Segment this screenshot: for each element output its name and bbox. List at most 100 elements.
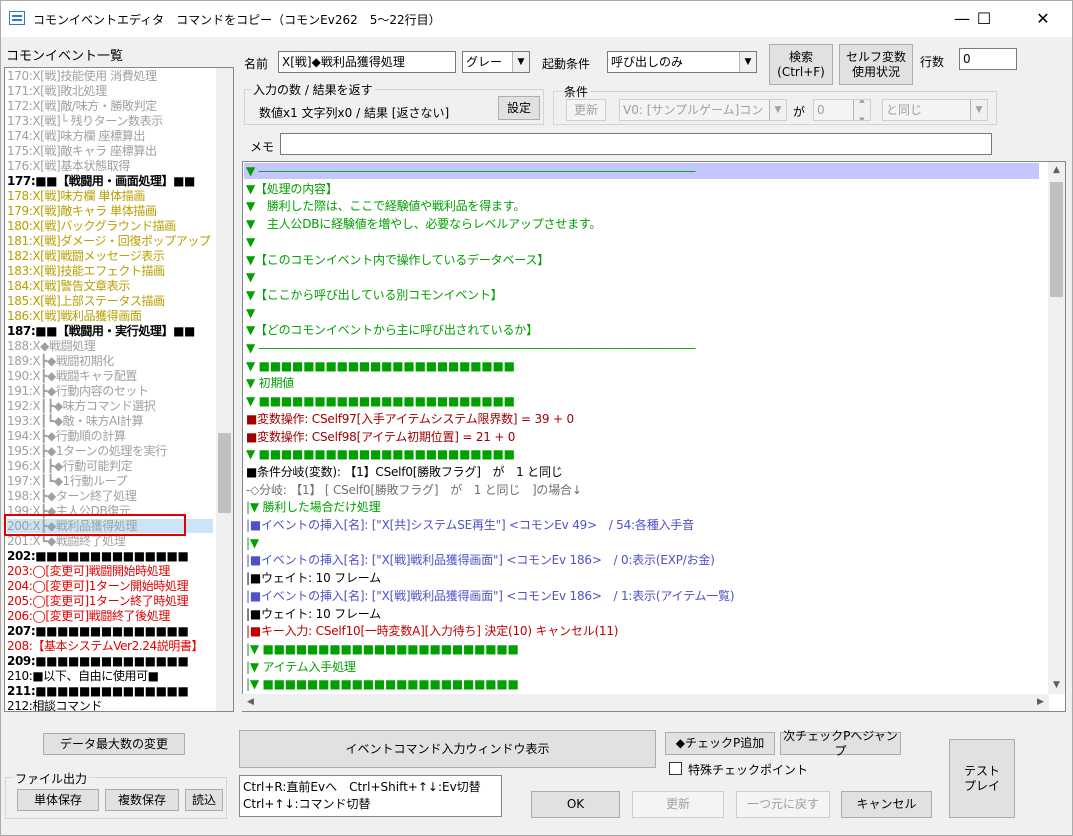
list-item[interactable]: 211:■■■■■■■■■■■■■■: [7, 684, 189, 698]
command-line[interactable]: |■ウェイト: 10 フレーム: [246, 606, 381, 623]
single-save-button[interactable]: 単体保存: [17, 789, 99, 811]
editor-vertical-scrollbar[interactable]: ▲ ▼: [1048, 162, 1065, 694]
spinner-icon[interactable]: ▲ ▼: [853, 100, 870, 120]
list-item[interactable]: 187:■■【戦闘用・実行処理】■■: [7, 324, 195, 338]
command-line[interactable]: |▼ 勝利した場合だけ処理: [246, 499, 381, 516]
condition-update-button[interactable]: 更新: [566, 99, 606, 121]
self-var-usage-button[interactable]: セルフ変数 使用状況: [839, 44, 913, 85]
next-checkpoint-button[interactable]: 次チェックPへジャンプ: [780, 729, 901, 758]
editor-scrollbar-thumb[interactable]: [1050, 182, 1063, 297]
list-item[interactable]: 192:X┃┣◆味方コマンド選択: [7, 399, 156, 413]
list-item[interactable]: 175:X[戦]敵キャラ 座標算出: [7, 144, 157, 158]
command-line[interactable]: ▼ 初期値: [246, 375, 294, 392]
list-item[interactable]: 195:X┣◆1ターンの処理を実行: [7, 444, 167, 458]
list-item[interactable]: 173:X[戦]└ 残りターン数表示: [7, 114, 163, 128]
list-item[interactable]: 196:X┃┣◆行動可能判定: [7, 459, 133, 473]
command-line[interactable]: -◇分岐: 【1】 [ CSelf0[勝敗フラグ] が 1 と同じ ]の場合↓: [246, 482, 582, 499]
scroll-right-icon[interactable]: ▶: [1032, 694, 1049, 711]
list-item[interactable]: 212:相談コマンド: [7, 699, 102, 711]
scroll-up-icon[interactable]: ▲: [1048, 162, 1065, 179]
list-scrollbar[interactable]: [216, 68, 233, 711]
command-line[interactable]: ▼: [246, 269, 255, 286]
list-item[interactable]: 209:■■■■■■■■■■■■■■: [7, 654, 189, 668]
list-item[interactable]: 203:◯[変更可]戦闘開始時処理: [7, 564, 170, 578]
command-line[interactable]: |▼: [246, 535, 259, 552]
command-line[interactable]: |■ウェイト: 10 フレーム: [246, 570, 381, 587]
memo-input[interactable]: [280, 133, 992, 155]
update-button[interactable]: 更新: [632, 791, 724, 818]
command-line[interactable]: ▼ ■■■■■■■■■■■■■■■■■■■■■■■: [246, 358, 515, 375]
command-line[interactable]: ▼ 勝利した際は、ここで経験値や戦利品を得ます。: [246, 198, 525, 215]
test-play-button[interactable]: テスト プレイ: [949, 739, 1015, 818]
list-item[interactable]: 178:X[戦]味方欄 単体描画: [7, 189, 145, 203]
condition-operator-select[interactable]: と同じ ▼: [882, 99, 988, 121]
command-line[interactable]: |▼ ■■■■■■■■■■■■■■■■■■■■■■■: [246, 641, 519, 658]
load-button[interactable]: 読込: [185, 789, 223, 811]
list-item[interactable]: 172:X[戦]敵/味方・勝敗判定: [7, 99, 157, 113]
command-line[interactable]: ■変数操作: CSelf98[アイテム初期位置] = 21 + 0: [246, 429, 515, 446]
command-line[interactable]: ▼【処理の内容】: [246, 181, 338, 198]
list-item[interactable]: 177:■■【戦闘用・画面処理】■■: [7, 174, 195, 188]
scroll-down-icon[interactable]: ▼: [1048, 677, 1065, 694]
list-scrollbar-thumb[interactable]: [218, 433, 231, 513]
command-line[interactable]: ▼: [246, 305, 255, 322]
command-line[interactable]: |■キー入力: CSelf10[一時変数A][入力待ち] 決定(10) キャンセ…: [246, 623, 618, 640]
list-item[interactable]: 179:X[戦]敵キャラ 単体描画: [7, 204, 157, 218]
change-max-data-button[interactable]: データ最大数の変更: [43, 733, 185, 755]
list-item[interactable]: 197:X┃┗◆1行動ループ: [7, 474, 128, 488]
undo-button[interactable]: 一つ元に戻す: [736, 791, 830, 818]
condition-number-input[interactable]: 0 ▲ ▼: [813, 99, 871, 121]
multi-save-button[interactable]: 複数保存: [105, 789, 179, 811]
list-item[interactable]: 185:X[戦]上部ステータス描画: [7, 294, 165, 308]
command-line[interactable]: |■イベントの挿入[名]: ["X[戦]戦利品獲得画面"] <コモンEv 186…: [246, 552, 715, 569]
list-item[interactable]: 190:X┣◆戦闘キャラ配置: [7, 369, 137, 383]
command-line[interactable]: |▼ アイテム入手処理: [246, 659, 356, 676]
editor-horizontal-scrollbar[interactable]: ◀ ▶: [242, 694, 1049, 711]
event-command-input-button[interactable]: イベントコマンド入力ウィンドウ表示: [239, 730, 656, 768]
command-line[interactable]: ▼【どのコモンイベントから主に呼び出されているか】: [246, 322, 538, 339]
list-item[interactable]: 193:X┃┗◆敵・味方AI計算: [7, 414, 144, 428]
list-item[interactable]: 186:X[戦]戦利品獲得画面: [7, 309, 142, 323]
list-item[interactable]: 208:【基本システムVer2.24説明書】: [7, 639, 204, 653]
list-item[interactable]: 201:X┗◆戦闘終了処理: [7, 534, 126, 548]
list-item[interactable]: 188:X◆戦闘処理: [7, 339, 96, 353]
command-line[interactable]: ▼ ―――――――――――――――――――――――――――――――――――――: [246, 163, 695, 180]
list-item[interactable]: 171:X[戦]敗北処理: [7, 84, 107, 98]
command-line[interactable]: ▼【このコモンイベント内で操作しているデータベース】: [246, 252, 549, 269]
list-item[interactable]: 210:■以下、自由に使用可■: [7, 669, 159, 683]
list-item[interactable]: 206:◯[変更可]戦闘終了後処理: [7, 609, 170, 623]
command-line[interactable]: |▼ ■■■■■■■■■■■■■■■■■■■■■■■: [246, 676, 519, 693]
common-event-list[interactable]: 170:X[戦]技能使用 消費処理 171:X[戦]敗北処理 172:X[戦]敵/味…: [4, 67, 234, 712]
command-line[interactable]: ▼ ■■■■■■■■■■■■■■■■■■■■■■■: [246, 446, 515, 463]
io-set-button[interactable]: 設定: [498, 96, 540, 120]
list-item[interactable]: 176:X[戦]基本状態取得: [7, 159, 130, 173]
list-item[interactable]: 205:◯[変更可]1ターン終了時処理: [7, 594, 189, 608]
special-checkpoint-checkbox[interactable]: [669, 762, 682, 775]
color-select[interactable]: グレー ▼: [462, 51, 530, 73]
list-item[interactable]: 202:■■■■■■■■■■■■■■: [7, 549, 189, 563]
cancel-button[interactable]: キャンセル: [841, 791, 932, 818]
add-checkpoint-button[interactable]: ◆チェックP追加: [665, 732, 775, 755]
rows-input[interactable]: 0: [959, 48, 1017, 70]
list-item[interactable]: 191:X┣◆行動内容のセット: [7, 384, 149, 398]
ok-button[interactable]: OK: [531, 791, 620, 818]
search-button[interactable]: 検索 (Ctrl+F): [769, 44, 833, 85]
trigger-select[interactable]: 呼び出しのみ ▼: [607, 51, 757, 73]
list-item[interactable]: 189:X┣◆戦闘初期化: [7, 354, 114, 368]
list-item[interactable]: 174:X[戦]味方欄 座標算出: [7, 129, 145, 143]
list-item[interactable]: 184:X[戦]警告文章表示: [7, 279, 130, 293]
command-line[interactable]: |■イベントの挿入[名]: ["X[共]システムSE再生"] <コモンEv 49…: [246, 517, 694, 534]
name-input[interactable]: X[戦]◆戦利品獲得処理: [278, 51, 456, 73]
command-line[interactable]: ▼ ■■■■■■■■■■■■■■■■■■■■■■■: [246, 393, 515, 410]
scroll-left-icon[interactable]: ◀: [242, 694, 259, 711]
list-item[interactable]: 180:X[戦]バックグラウンド描画: [7, 219, 176, 233]
event-command-list[interactable]: ▲ ▼ ▼ ――――――――――――――――――――――――――――――――――…: [242, 161, 1066, 712]
list-item[interactable]: 194:X┣◆行動順の計算: [7, 429, 126, 443]
list-item[interactable]: 207:■■■■■■■■■■■■■■: [7, 624, 189, 638]
command-line[interactable]: ▼【ここから呼び出している別コモンイベント】: [246, 287, 503, 304]
list-item[interactable]: 182:X[戦]戦闘メッセージ表示: [7, 249, 165, 263]
maximize-button[interactable]: ☐: [961, 1, 1007, 37]
list-item[interactable]: 204:◯[変更可]1ターン開始時処理: [7, 579, 189, 593]
command-line[interactable]: ■変数操作: CSelf97[入手アイテムシステム限界数] = 39 + 0: [246, 411, 574, 428]
close-button[interactable]: ✕: [1020, 1, 1066, 37]
